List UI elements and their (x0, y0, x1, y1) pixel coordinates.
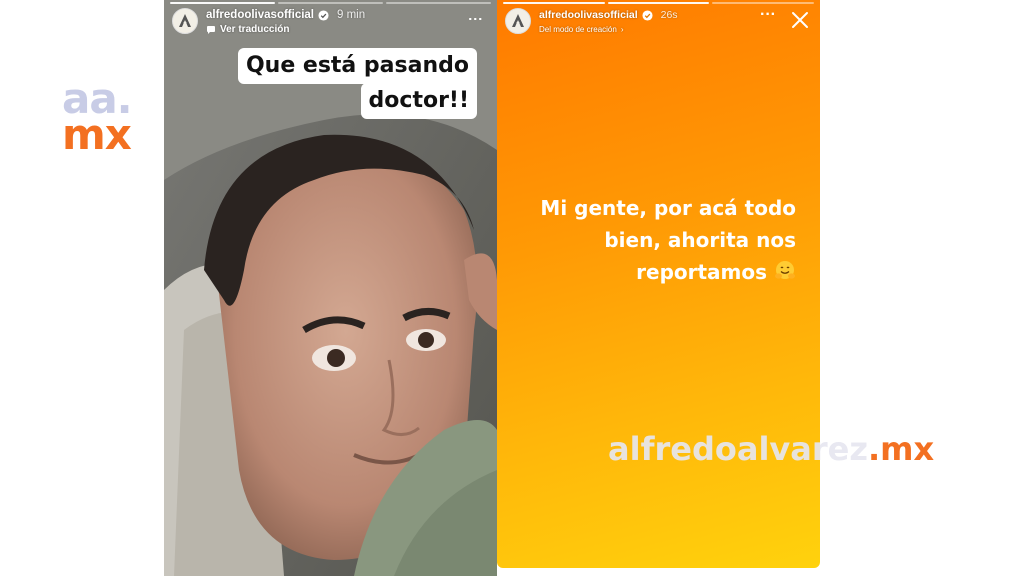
story-text-line-1: Mi gente, por acá todo (540, 196, 796, 220)
story-progress (503, 2, 815, 4)
avatar[interactable] (172, 8, 198, 34)
story-meta: alfredoolivasofficial 26s Del modo de cr… (539, 8, 678, 37)
avatar[interactable] (505, 8, 531, 34)
verified-badge-icon (642, 9, 653, 21)
caption-line-1: Que está pasando (237, 48, 477, 84)
page: aa. mx alfredoolivasofficial 9 min Ver t… (0, 0, 1024, 576)
username[interactable]: alfredoolivasofficial (539, 8, 638, 22)
hugging-face-emoji-icon (775, 261, 795, 279)
story-progress (170, 2, 491, 4)
story-header: alfredoolivasofficial 26s Del modo de cr… (505, 7, 812, 42)
more-options-icon[interactable]: ··· (760, 7, 776, 23)
story-text-line-2: bien, ahorita nos (604, 228, 796, 252)
caption-line-2: doctor!! (360, 83, 477, 119)
more-options-icon[interactable]: ⋮ (468, 12, 484, 26)
source-link[interactable]: Del modo de creación › (539, 23, 678, 37)
verified-badge-icon (318, 9, 329, 21)
progress-segment (386, 2, 491, 4)
post-time: 9 min (337, 9, 366, 21)
site-watermark: alfredoalvarez.mx (608, 430, 934, 468)
story-text: Mi gente, por acá todo bien, ahorita nos… (517, 192, 796, 288)
story-right[interactable]: alfredoolivasofficial 26s Del modo de cr… (497, 0, 820, 568)
progress-segment (607, 2, 710, 4)
watermark-name: alfredoalvarez (608, 430, 868, 468)
story-text-line-3: reportamos (636, 260, 768, 284)
watermark-tld: .mx (867, 430, 935, 468)
progress-segment (170, 2, 275, 4)
story-header: alfredoolivasofficial 9 min Ver traducci… (172, 8, 489, 42)
progress-segment (712, 2, 815, 4)
translate-icon (207, 26, 215, 34)
translate-label: Ver traducción (220, 24, 290, 35)
avatar-logo-icon (179, 14, 191, 27)
progress-segment (503, 2, 605, 4)
logo-bottom-text: mx (62, 110, 132, 159)
site-logo: aa. mx (62, 78, 154, 156)
chevron-right-icon: › (620, 25, 624, 34)
close-icon[interactable] (790, 10, 810, 30)
progress-segment (278, 2, 383, 4)
translate-link[interactable]: Ver traducción (206, 23, 365, 37)
post-time: 26s (660, 9, 678, 21)
avatar-logo-icon (512, 14, 524, 27)
story-meta: alfredoolivasofficial 9 min Ver traducci… (206, 8, 365, 37)
username[interactable]: alfredoolivasofficial (206, 8, 314, 22)
caption-sticker: Que está pasando doctor!! (237, 48, 477, 119)
story-left[interactable]: alfredoolivasofficial 9 min Ver traducci… (164, 0, 497, 576)
source-label: Del modo de creación (539, 25, 617, 34)
